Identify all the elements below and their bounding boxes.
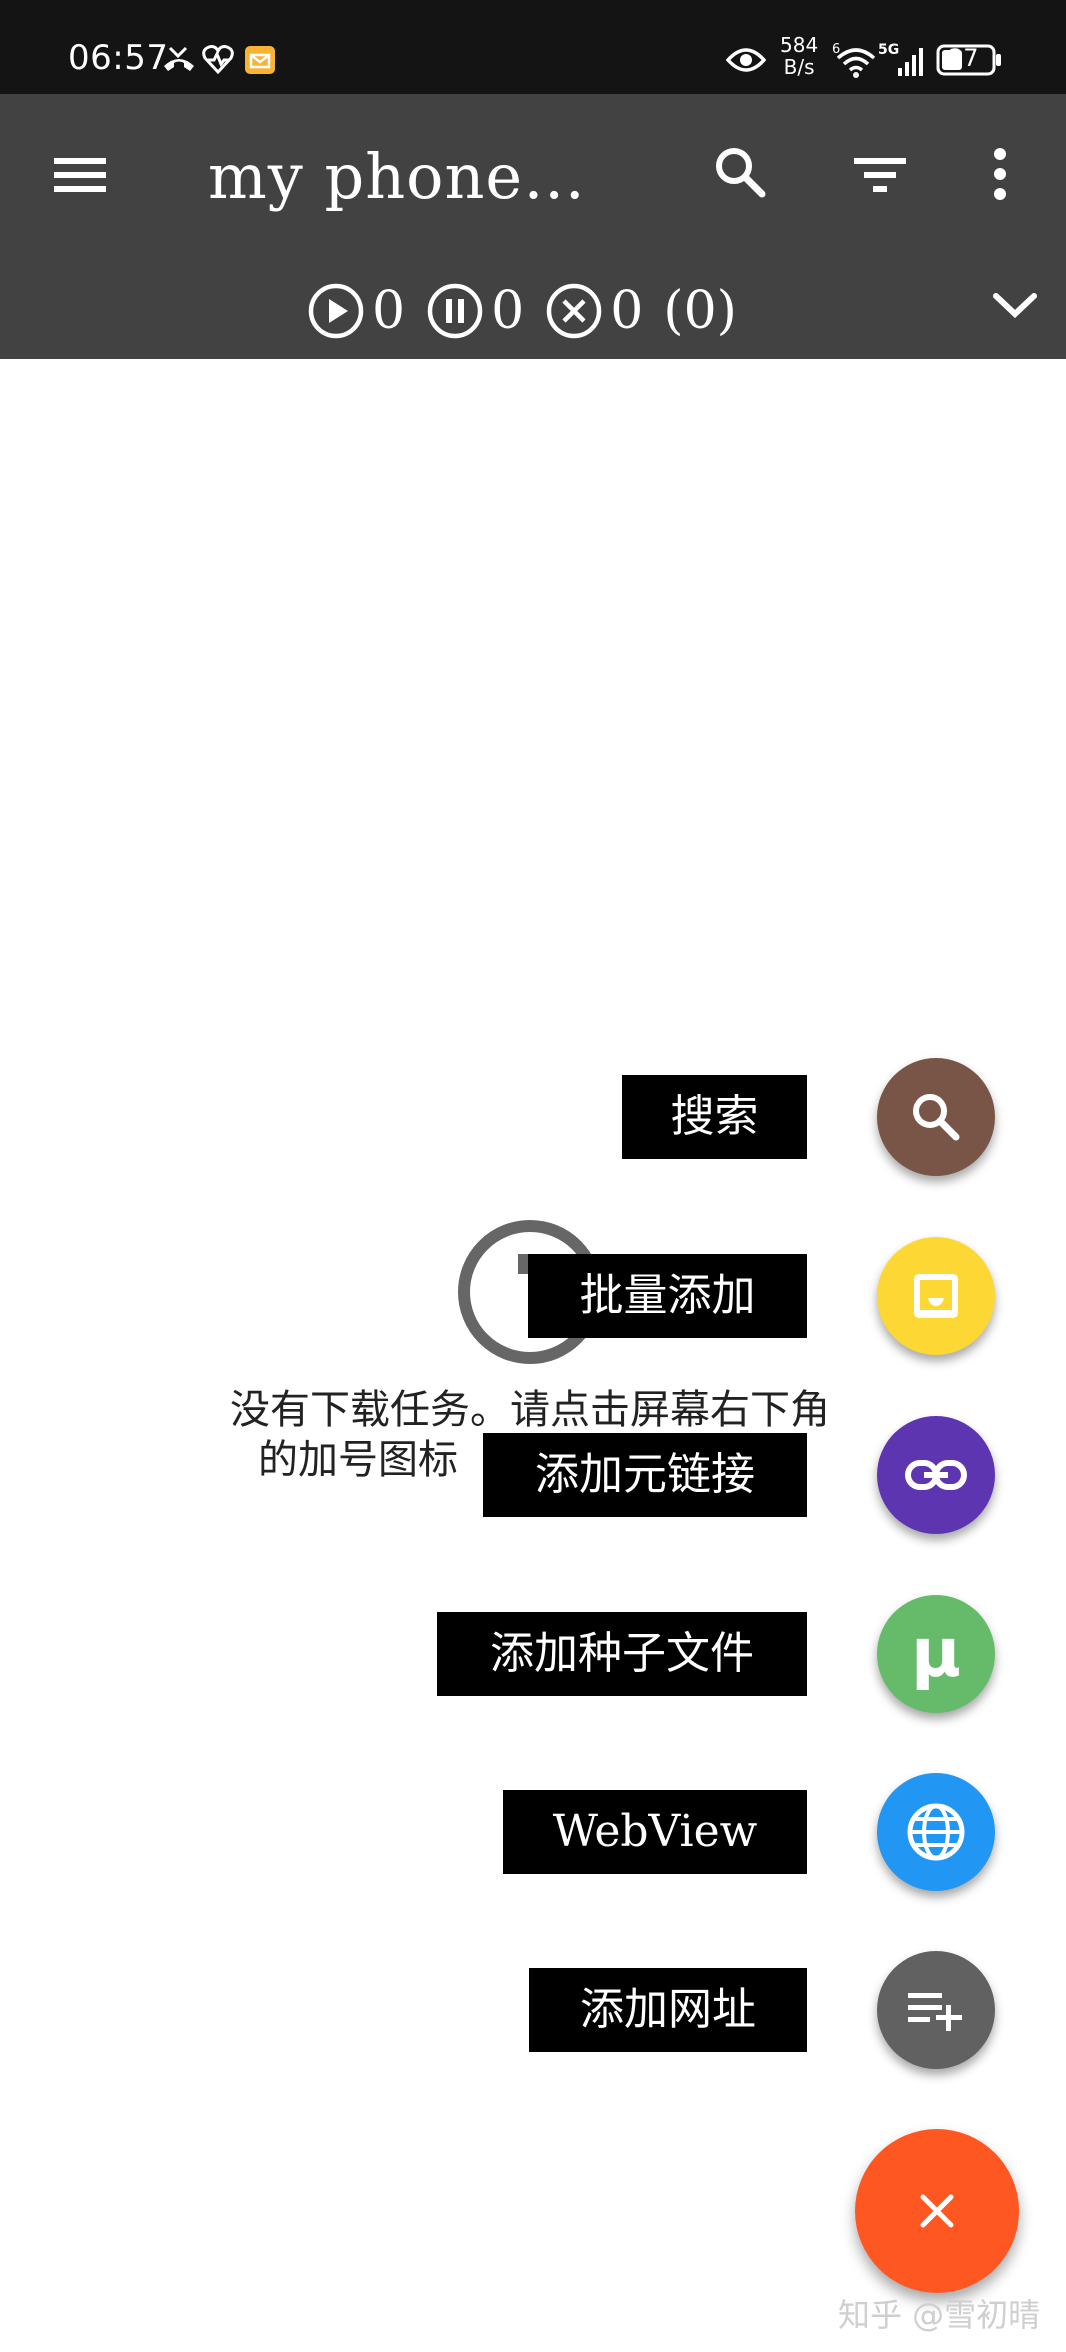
fab-label-add-torrent[interactable]: 添加种子文件: [437, 1612, 807, 1696]
utorrent-icon: µ: [910, 1614, 962, 1693]
link-icon: [905, 1460, 967, 1490]
pause-circle-icon: [427, 283, 483, 339]
status-time: 06:57: [68, 38, 169, 78]
fab-add-torrent-button[interactable]: µ: [877, 1595, 995, 1713]
fab-label-search[interactable]: 搜索: [622, 1075, 807, 1159]
fab-add-magnet-button[interactable]: [877, 1416, 995, 1534]
running-count: 0: [372, 281, 406, 341]
fab-label-add-magnet[interactable]: 添加元链接: [483, 1433, 807, 1517]
empty-state-line-1: 没有下载任务。请点击屏幕右下角: [230, 1387, 830, 1433]
fab-add-url-button[interactable]: [877, 1951, 995, 2069]
svg-text:6: 6: [832, 42, 840, 57]
search-icon[interactable]: [710, 142, 770, 206]
app-toolbar: my phone… 0 0 0 (0): [0, 94, 1066, 359]
mail-icon: [244, 44, 276, 80]
health-icon: [202, 44, 234, 78]
download-counters: 0 0 0 (0): [306, 276, 737, 346]
play-circle-icon: [308, 283, 364, 339]
close-icon: [920, 2194, 954, 2228]
fab-search-button[interactable]: [877, 1058, 995, 1176]
filter-icon[interactable]: [850, 150, 910, 204]
battery-icon: 37: [936, 44, 1002, 80]
cancel-circle-icon: [546, 283, 602, 339]
net-speed-unit: B/s: [783, 55, 815, 79]
status-bar: 06:57 584 B/s 6 5G 37: [0, 0, 1066, 94]
menu-icon[interactable]: [50, 150, 110, 204]
fab-label-batch-add[interactable]: 批量添加: [528, 1254, 807, 1338]
signal-5g-icon: 5G: [878, 40, 928, 84]
fab-label-webview[interactable]: WebView: [503, 1790, 807, 1874]
wifi-icon: 6: [832, 40, 876, 84]
fab-label-add-url[interactable]: 添加网址: [529, 1968, 807, 2052]
stopped-counter: 0: [544, 281, 643, 341]
search-icon: [913, 1094, 960, 1141]
inbox-tray-icon: [914, 1274, 958, 1318]
fab-main-close-button[interactable]: [855, 2129, 1019, 2293]
playlist-add-icon: [908, 1993, 962, 2031]
svg-text:5G: 5G: [878, 42, 899, 58]
net-speed: 584 B/s: [780, 34, 818, 78]
stopped-count: 0: [610, 281, 644, 341]
fab-batch-add-button[interactable]: [877, 1237, 995, 1355]
total-count: (0): [663, 281, 737, 341]
chevron-down-icon[interactable]: [990, 288, 1040, 326]
missed-call-icon: [162, 44, 196, 78]
paused-count: 0: [491, 281, 525, 341]
globe-icon: [907, 1803, 965, 1861]
page-title: my phone…: [208, 140, 587, 213]
fab-webview-button[interactable]: [877, 1773, 995, 1891]
running-counter: 0: [306, 281, 405, 341]
battery-level: 37: [948, 44, 979, 72]
eye-icon: [725, 46, 767, 78]
watermark: 知乎 @雪初晴: [838, 2296, 1041, 2334]
net-speed-value: 584: [780, 33, 819, 57]
more-vert-icon[interactable]: [990, 146, 1010, 206]
paused-counter: 0: [425, 281, 524, 341]
